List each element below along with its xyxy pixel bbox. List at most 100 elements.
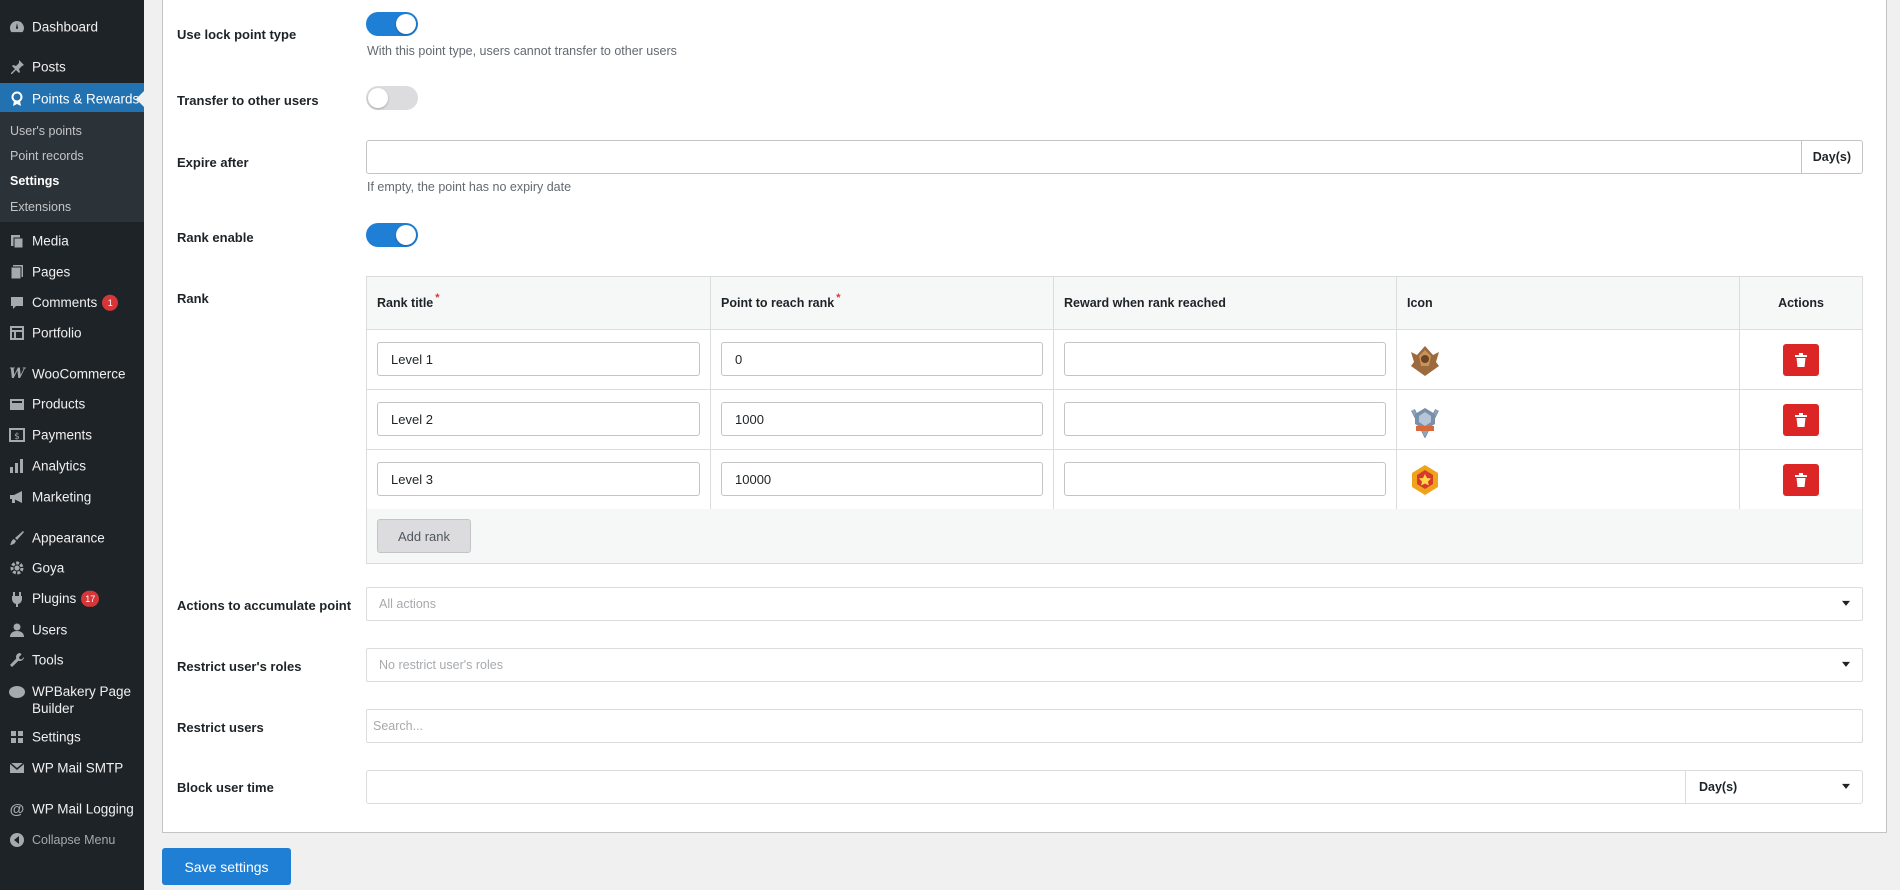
col-icon: Icon xyxy=(1397,277,1740,329)
toggle-knob xyxy=(396,225,416,245)
delete-rank-button[interactable] xyxy=(1783,404,1819,436)
sidebar-label: Collapse Menu xyxy=(32,833,116,847)
sidebar-item-tools[interactable]: Tools xyxy=(0,645,144,675)
sidebar-item-products[interactable]: Products xyxy=(0,389,144,419)
rank-label: Rank xyxy=(177,291,209,306)
rank-actions-cell xyxy=(1740,330,1862,389)
plugins-count-badge: 17 xyxy=(81,591,100,608)
rank-reward-cell xyxy=(1054,450,1397,509)
col-actions: Actions xyxy=(1740,277,1862,329)
media-icon xyxy=(8,232,26,250)
sidebar-item-posts[interactable]: Posts xyxy=(0,52,144,82)
sidebar-label: Points & Rewards xyxy=(32,91,140,107)
block-time-input[interactable]: Day(s) xyxy=(366,770,1863,804)
save-settings-button[interactable]: Save settings xyxy=(162,848,291,885)
sidebar-item-marketing[interactable]: Marketing xyxy=(0,482,144,512)
rank-points-input[interactable]: 1000 xyxy=(721,402,1043,436)
rank-table: Rank title * Point to reach rank * Reward … xyxy=(366,276,1863,564)
rank-title-input[interactable]: Level 1 xyxy=(377,342,700,376)
sidebar-label: Tools xyxy=(32,652,64,668)
rank-points-input[interactable]: 10000 xyxy=(721,462,1043,496)
rank-icon-cell xyxy=(1397,390,1740,449)
sidebar-item-media[interactable]: Media xyxy=(0,226,144,256)
submenu-settings[interactable]: Settings xyxy=(10,174,59,188)
sidebar-item-users[interactable]: Users xyxy=(0,615,144,645)
svg-text:$: $ xyxy=(14,432,20,442)
delete-rank-button[interactable] xyxy=(1783,344,1819,376)
rank-enable-label: Rank enable xyxy=(177,230,254,245)
submenu-point-records[interactable]: Point records xyxy=(10,149,84,163)
block-time-unit-select[interactable]: Day(s) xyxy=(1685,771,1862,803)
sidebar-item-pages[interactable]: Pages xyxy=(0,257,144,287)
sidebar-item-payments[interactable]: $ Payments xyxy=(0,420,144,450)
accumulate-label: Actions to accumulate point xyxy=(177,598,352,613)
rank-title-cell: Level 2 xyxy=(367,390,711,449)
plugins-label: Plugins xyxy=(32,590,77,606)
sidebar-item-wp-mail-smtp[interactable]: WP Mail SMTP xyxy=(0,753,144,783)
user-icon xyxy=(8,621,26,639)
sidebar-label: Comments 1 xyxy=(32,295,119,312)
sidebar-item-comments[interactable]: Comments 1 xyxy=(0,288,144,318)
chevron-down-icon xyxy=(1842,661,1850,671)
sidebar-item-settings[interactable]: Settings xyxy=(0,722,144,752)
roles-select[interactable]: No restrict user's roles xyxy=(366,648,1863,682)
sidebar-label: Payments xyxy=(32,427,93,443)
rank-points-cell: 10000 xyxy=(711,450,1054,509)
required-marker: * xyxy=(836,292,841,304)
sidebar-label: Appearance xyxy=(32,530,105,546)
bronze-badge-icon[interactable] xyxy=(1407,342,1443,378)
sidebar-item-wp-mail-logging[interactable]: @ WP Mail Logging xyxy=(0,794,144,824)
roles-label: Restrict user's roles xyxy=(177,659,302,674)
rank-row: Level 1 0 xyxy=(367,329,1862,389)
sidebar-label: Media xyxy=(32,233,69,249)
rank-reward-input[interactable] xyxy=(1064,462,1386,496)
sidebar-label: Goya xyxy=(32,560,65,576)
trash-icon xyxy=(1795,473,1807,487)
rank-title-input[interactable]: Level 3 xyxy=(377,462,700,496)
rank-title-input[interactable]: Level 2 xyxy=(377,402,700,436)
delete-rank-button[interactable] xyxy=(1783,464,1819,496)
trash-icon xyxy=(1795,413,1807,427)
expire-unit-addon: Day(s) xyxy=(1800,141,1862,173)
sidebar-item-appearance[interactable]: Appearance xyxy=(0,523,144,553)
rank-reward-cell xyxy=(1054,390,1397,449)
plugin-icon xyxy=(8,590,26,608)
submenu-users-points[interactable]: User's points xyxy=(10,124,82,138)
accumulate-select[interactable]: All actions xyxy=(366,587,1863,621)
sidebar-item-goya[interactable]: Goya xyxy=(0,553,144,583)
submenu-extensions[interactable]: Extensions xyxy=(10,200,71,214)
sidebar-label: Analytics xyxy=(32,458,87,474)
sidebar-item-portfolio[interactable]: Portfolio xyxy=(0,318,144,348)
at-icon: @ xyxy=(9,800,25,818)
sidebar-item-dashboard[interactable]: Dashboard xyxy=(0,12,144,42)
sidebar-item-plugins[interactable]: Plugins 17 xyxy=(0,584,144,614)
add-rank-button[interactable]: Add rank xyxy=(377,519,471,553)
col-label: Reward when rank reached xyxy=(1064,296,1226,310)
sidebar-item-points-rewards[interactable]: Points & Rewards xyxy=(0,83,144,115)
sidebar-label: Products xyxy=(32,396,86,412)
rank-reward-input[interactable] xyxy=(1064,342,1386,376)
gold-badge-icon[interactable] xyxy=(1407,462,1443,498)
expire-help: If empty, the point has no expiry date xyxy=(367,180,572,194)
settings-icon xyxy=(8,728,26,746)
megaphone-icon xyxy=(8,488,26,506)
lock-point-toggle[interactable] xyxy=(366,12,418,36)
rank-reward-input[interactable] xyxy=(1064,402,1386,436)
rank-points-input[interactable]: 0 xyxy=(721,342,1043,376)
restrict-users-search[interactable]: Search... xyxy=(366,709,1863,743)
sidebar-collapse-menu[interactable]: Collapse Menu xyxy=(0,825,144,855)
block-time-label: Block user time xyxy=(177,780,274,795)
sidebar-label: WP Mail Logging xyxy=(32,801,134,817)
mail-icon xyxy=(8,759,26,777)
sidebar-item-woocommerce[interactable]: W WooCommerce xyxy=(0,359,144,389)
col-label: Rank title xyxy=(377,296,434,310)
silver-badge-icon[interactable] xyxy=(1407,402,1443,438)
rank-enable-toggle[interactable] xyxy=(366,223,418,247)
sidebar-item-analytics[interactable]: Analytics xyxy=(0,451,144,481)
expire-label: Expire after xyxy=(177,155,249,170)
rank-row: Level 2 1000 xyxy=(367,389,1862,449)
expire-input[interactable]: Day(s) xyxy=(366,140,1863,174)
trash-icon xyxy=(1795,353,1807,367)
sidebar-item-wpbakery[interactable]: WPBakery Page Builder xyxy=(0,681,144,719)
transfer-toggle[interactable] xyxy=(366,86,418,110)
